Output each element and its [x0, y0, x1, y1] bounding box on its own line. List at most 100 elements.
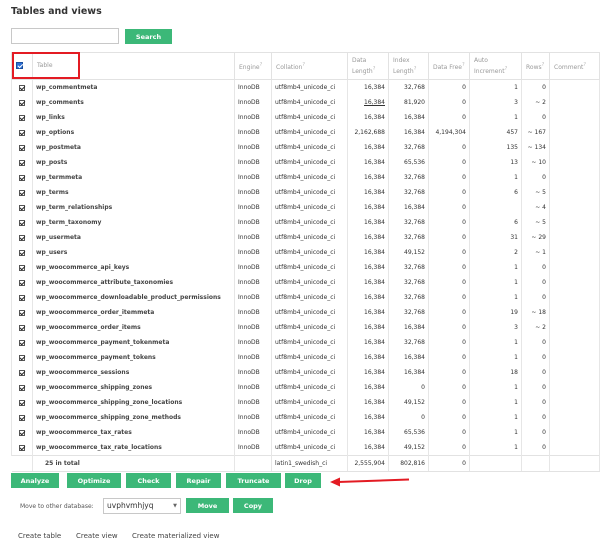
row-checkbox[interactable] [19, 99, 25, 106]
help-icon[interactable]: ? [414, 66, 417, 72]
help-icon[interactable]: ? [260, 62, 263, 68]
cell-index-length: 32,768 [388, 230, 429, 245]
cell-name[interactable]: wp_usermeta [32, 230, 235, 245]
cell-auto-increment: 1 [469, 425, 522, 440]
col-data-length[interactable]: Data Length? [347, 52, 389, 80]
cell-collation: utf8mb4_unicode_ci [271, 260, 348, 275]
cell-name[interactable]: wp_posts [32, 155, 235, 170]
col-index-length[interactable]: Index Length? [388, 52, 429, 80]
row-checkbox[interactable] [19, 204, 25, 211]
copy-button[interactable]: Copy [233, 498, 273, 513]
cell-name[interactable]: wp_comments [32, 95, 235, 110]
row-checkbox[interactable] [19, 174, 25, 181]
row-checkbox[interactable] [19, 219, 25, 226]
row-checkbox[interactable] [19, 294, 25, 301]
row-checkbox[interactable] [19, 309, 25, 316]
cell-name[interactable]: wp_woocommerce_shipping_zone_locations [32, 395, 235, 410]
row-checkbox[interactable] [19, 369, 25, 376]
help-icon[interactable]: ? [505, 66, 508, 72]
cell-name[interactable]: wp_links [32, 110, 235, 125]
row-checkbox[interactable] [19, 384, 25, 391]
search-input[interactable] [11, 28, 119, 44]
drop-button[interactable]: Drop [285, 473, 321, 488]
cell-name[interactable]: wp_woocommerce_attribute_taxonomies [32, 275, 235, 290]
row-checkbox[interactable] [19, 189, 25, 196]
row-checkbox[interactable] [19, 399, 25, 406]
analyze-button[interactable]: Analyze [11, 473, 59, 488]
cell-name[interactable]: wp_woocommerce_shipping_zones [32, 380, 235, 395]
cell-name[interactable]: wp_termmeta [32, 170, 235, 185]
row-checkbox[interactable] [19, 339, 25, 346]
cell-data-length: 16,384 [347, 275, 389, 290]
cell-name[interactable]: wp_woocommerce_downloadable_product_perm… [32, 290, 235, 305]
truncate-button[interactable]: Truncate [226, 473, 281, 488]
cell-name[interactable]: wp_woocommerce_order_items [32, 320, 235, 335]
cell-collation: utf8mb4_unicode_ci [271, 95, 348, 110]
row-checkbox[interactable] [19, 279, 25, 286]
table-row: wp_term_taxonomy InnoDB utf8mb4_unicode_ci… [11, 215, 600, 230]
help-icon[interactable]: ? [462, 62, 465, 68]
cell-name[interactable]: wp_woocommerce_shipping_zone_methods [32, 410, 235, 425]
search-button[interactable]: Search [125, 29, 172, 44]
cell-name[interactable]: wp_woocommerce_api_keys [32, 260, 235, 275]
row-checkbox[interactable] [19, 144, 25, 151]
row-checkbox[interactable] [19, 159, 25, 166]
row-checkbox[interactable] [19, 129, 25, 136]
cell-data-free: 0 [428, 215, 470, 230]
help-icon[interactable]: ? [302, 62, 305, 68]
check-button[interactable]: Check [126, 473, 171, 488]
create-view-link[interactable]: Create view [76, 532, 118, 540]
row-checkbox[interactable] [19, 249, 25, 256]
help-icon[interactable]: ? [542, 62, 545, 68]
cell-engine: InnoDB [234, 410, 272, 425]
col-engine[interactable]: Engine? [234, 52, 272, 80]
database-select[interactable]: uvphvmhjyq ▼ [103, 498, 181, 514]
select-all-checkbox[interactable] [16, 62, 23, 69]
select-all-header[interactable] [11, 52, 33, 80]
col-rows[interactable]: Rows? [521, 52, 550, 80]
row-checkbox[interactable] [19, 234, 25, 241]
cell-name[interactable]: wp_terms [32, 185, 235, 200]
cell-data-free: 0 [428, 290, 470, 305]
cell-name[interactable]: wp_woocommerce_sessions [32, 365, 235, 380]
row-checkbox[interactable] [19, 429, 25, 436]
col-data-free[interactable]: Data Free? [428, 52, 470, 80]
col-collation[interactable]: Collation? [271, 52, 348, 80]
cell-name[interactable]: wp_woocommerce_payment_tokenmeta [32, 335, 235, 350]
cell-name[interactable]: wp_woocommerce_order_itemmeta [32, 305, 235, 320]
repair-button[interactable]: Repair [176, 473, 221, 488]
row-checkbox[interactable] [19, 84, 25, 91]
cell-name[interactable]: wp_term_relationships [32, 200, 235, 215]
cell-name[interactable]: wp_woocommerce_tax_rates [32, 425, 235, 440]
cell-name[interactable]: wp_options [32, 125, 235, 140]
row-checkbox[interactable] [19, 324, 25, 331]
create-materialized-view-link[interactable]: Create materialized view [132, 532, 219, 540]
table-row: wp_woocommerce_shipping_zone_methods Inno… [11, 410, 600, 425]
cell-name[interactable]: wp_woocommerce_payment_tokens [32, 350, 235, 365]
cell-name[interactable]: wp_users [32, 245, 235, 260]
row-checkbox[interactable] [19, 114, 25, 121]
cell-name[interactable]: wp_commentmeta [32, 79, 235, 95]
cell-engine: InnoDB [234, 79, 272, 95]
cell-data-free: 0 [428, 79, 470, 95]
cell-auto-increment: 1 [469, 395, 522, 410]
cell-engine: InnoDB [234, 170, 272, 185]
col-table[interactable]: Table [32, 52, 235, 80]
cell-name[interactable]: wp_term_taxonomy [32, 215, 235, 230]
create-table-link[interactable]: Create table [18, 532, 61, 540]
col-auto-increment[interactable]: Auto Increment? [469, 52, 522, 80]
move-button[interactable]: Move [186, 498, 229, 513]
help-icon[interactable]: ? [373, 66, 376, 72]
row-checkbox[interactable] [19, 414, 25, 421]
row-checkbox[interactable] [19, 354, 25, 361]
optimize-button[interactable]: Optimize [67, 473, 121, 488]
table-row: wp_woocommerce_shipping_zones InnoDB utf8m… [11, 380, 600, 395]
help-icon[interactable]: ? [583, 62, 586, 68]
cell-rows: ~ 29 [521, 230, 550, 245]
row-checkbox[interactable] [19, 264, 25, 271]
cell-name[interactable]: wp_woocommerce_tax_rate_locations [32, 440, 235, 456]
row-checkbox[interactable] [19, 444, 25, 451]
cell-data-length: 16,384 [347, 140, 389, 155]
cell-name[interactable]: wp_postmeta [32, 140, 235, 155]
col-comment[interactable]: Comment? [549, 52, 600, 80]
